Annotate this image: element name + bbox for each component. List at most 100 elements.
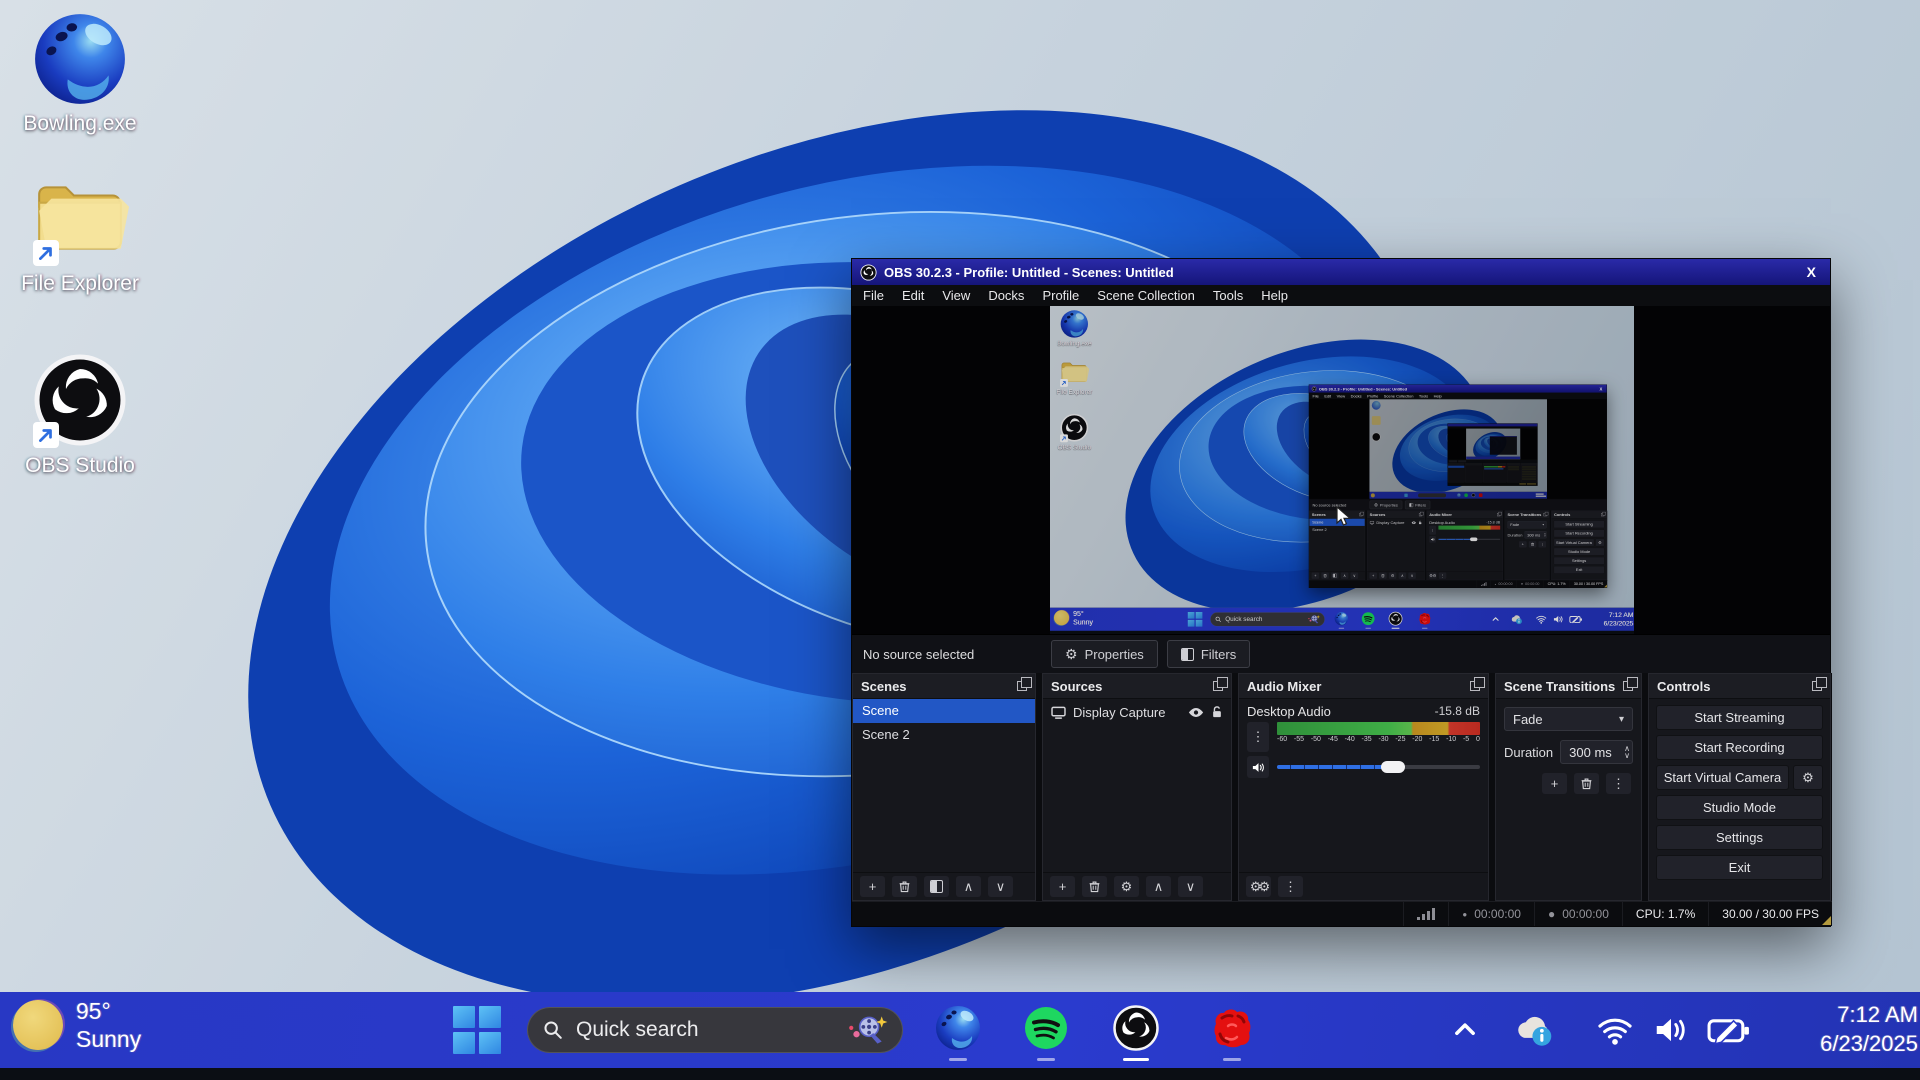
controls-panel: Controls Start Streaming Start Recording… [1648, 673, 1831, 901]
menu-view[interactable]: View [933, 285, 979, 306]
running-indicator [949, 1058, 967, 1061]
volume-slider-handle[interactable] [1381, 761, 1405, 773]
add-scene-button[interactable]: + [860, 876, 885, 897]
taskbar-app-bowling[interactable] [934, 1004, 982, 1052]
mixer-kebab-button[interactable]: ⋮ [1278, 876, 1303, 897]
vu-meter-bar [1277, 722, 1480, 735]
obs-titlebar[interactable]: OBS 30.2.3 - Profile: Untitled - Scenes:… [852, 259, 1830, 285]
move-source-up-button[interactable]: ∧ [1146, 876, 1171, 897]
mute-speaker-button[interactable] [1247, 756, 1269, 778]
captured-screen-level2 [1369, 399, 1547, 499]
obs-preview-canvas[interactable]: Bowling.exe File Explorer OBS Studio [852, 306, 1830, 634]
audio-options-kebab-button[interactable]: ⋮ [1247, 722, 1269, 752]
filters-button[interactable]: Filters [1167, 640, 1250, 668]
audio-mixer-title: Audio Mixer [1247, 679, 1470, 694]
captured-desktop-icon: File Explorer [1055, 358, 1095, 396]
scene-item-selected[interactable]: Scene [853, 699, 1035, 723]
duration-spinbox[interactable]: 300 ms ∧∨ [1560, 740, 1633, 764]
remove-scene-button[interactable] [892, 876, 917, 897]
source-properties-button[interactable]: ⚙ [1114, 876, 1139, 897]
volume-meter: -60-55 -50-45 -40-35 -30-25 -20-15 -10-5… [1277, 722, 1480, 752]
visibility-eye-icon[interactable] [1188, 707, 1204, 718]
settings-button[interactable]: Settings [1656, 825, 1823, 850]
start-recording-button[interactable]: Start Recording [1656, 735, 1823, 760]
tray-weather-cloud[interactable] [1512, 992, 1556, 1068]
virtual-camera-settings-button[interactable]: ⚙ [1793, 765, 1823, 790]
fps-indicator: 30.00 / 30.00 FPS [1708, 902, 1832, 926]
volume-slider[interactable] [1277, 756, 1480, 778]
weather-widget[interactable]: 95° Sunny [13, 997, 141, 1053]
add-source-button[interactable]: + [1050, 876, 1075, 897]
resize-grip[interactable] [1822, 916, 1831, 925]
scene-transitions-panel: Scene Transitions Fade ▾ Duration 300 ms [1495, 673, 1642, 901]
start-button[interactable] [453, 1006, 501, 1054]
bowling-ball-icon [934, 1004, 982, 1052]
scene-filters-button[interactable] [924, 876, 949, 897]
remove-transition-button[interactable] [1574, 773, 1599, 794]
desktop-icon-bowling[interactable]: Bowling.exe [15, 10, 145, 136]
start-virtual-camera-button[interactable]: Start Virtual Camera [1656, 765, 1789, 790]
tray-pen-battery[interactable] [1706, 992, 1752, 1068]
lock-icon[interactable] [1211, 705, 1223, 719]
spin-arrows[interactable]: ∧∨ [1624, 745, 1630, 759]
screen-bottom-edge [0, 1068, 1920, 1080]
desktop-icon-file-explorer[interactable]: File Explorer [15, 170, 145, 296]
bowling-ball-icon [31, 10, 129, 108]
sun-icon [13, 1000, 63, 1050]
duration-label: Duration [1504, 745, 1553, 760]
taskbar: 95° Sunny Quick search 7:12 AM [0, 992, 1920, 1068]
popout-icon[interactable] [1213, 681, 1223, 691]
scenes-toolbar: + ∧ ∨ [853, 872, 1035, 900]
obs-logo-icon [31, 352, 129, 450]
properties-button[interactable]: ⚙ Properties [1051, 640, 1158, 668]
advanced-audio-button[interactable]: ⚙⚙ [1246, 876, 1271, 897]
remove-source-button[interactable] [1082, 876, 1107, 897]
desktop-icon-obs-studio[interactable]: OBS Studio [15, 352, 145, 478]
menu-edit[interactable]: Edit [893, 285, 933, 306]
search-icon [542, 1019, 564, 1041]
menu-tools[interactable]: Tools [1204, 285, 1252, 306]
running-indicator [1223, 1058, 1241, 1061]
taskbar-app-obs[interactable] [1112, 1004, 1160, 1052]
move-source-down-button[interactable]: ∨ [1178, 876, 1203, 897]
tray-network[interactable] [1596, 992, 1634, 1068]
scene-item[interactable]: Scene 2 [853, 723, 1035, 747]
studio-mode-button[interactable]: Studio Mode [1656, 795, 1823, 820]
move-scene-down-button[interactable]: ∨ [988, 876, 1013, 897]
red-app-icon [1208, 1004, 1256, 1052]
signal-bars-icon [1417, 908, 1435, 920]
obs-window: OBS 30.2.3 - Profile: Untitled - Scenes:… [851, 258, 1831, 927]
menu-help[interactable]: Help [1252, 285, 1297, 306]
scene-transitions-title: Scene Transitions [1504, 679, 1623, 694]
menu-scene-collection[interactable]: Scene Collection [1088, 285, 1204, 306]
connection-bars [1403, 902, 1448, 926]
tray-volume[interactable] [1652, 992, 1690, 1068]
start-streaming-button[interactable]: Start Streaming [1656, 705, 1823, 730]
gear-icon: ⚙ [1065, 647, 1078, 661]
taskbar-app-spotify[interactable] [1022, 1004, 1070, 1052]
exit-button[interactable]: Exit [1656, 855, 1823, 880]
close-button[interactable]: X [1801, 264, 1822, 280]
sources-toolbar: + ⚙ ∧ ∨ [1043, 872, 1231, 900]
transition-select[interactable]: Fade ▾ [1504, 707, 1633, 731]
transition-kebab-button[interactable]: ⋮ [1606, 773, 1631, 794]
menu-file[interactable]: File [854, 285, 893, 306]
popout-icon[interactable] [1623, 681, 1633, 691]
popout-icon[interactable] [1017, 681, 1027, 691]
popout-icon[interactable] [1812, 681, 1822, 691]
taskbar-app-red[interactable] [1208, 1004, 1256, 1052]
add-transition-button[interactable]: + [1542, 773, 1567, 794]
cloud-info-icon [1512, 1011, 1556, 1049]
source-item-display-capture[interactable]: Display Capture [1043, 699, 1231, 725]
move-scene-up-button[interactable]: ∧ [956, 876, 981, 897]
taskbar-clock[interactable]: 7:12 AM 6/23/2025 [1820, 1000, 1918, 1058]
popout-icon[interactable] [1470, 681, 1480, 691]
tray-overflow-chevron[interactable] [1452, 992, 1478, 1068]
captured-obs-window: OBS 30.2.3 - Profile: Untitled - Scenes:… [1309, 384, 1607, 587]
menu-profile[interactable]: Profile [1033, 285, 1088, 306]
search-highlight-film-icon[interactable] [846, 1014, 888, 1046]
monitor-icon [1051, 706, 1066, 719]
search-box[interactable]: Quick search [527, 1007, 903, 1053]
menu-docks[interactable]: Docks [979, 285, 1033, 306]
pen-battery-icon [1706, 1013, 1752, 1047]
